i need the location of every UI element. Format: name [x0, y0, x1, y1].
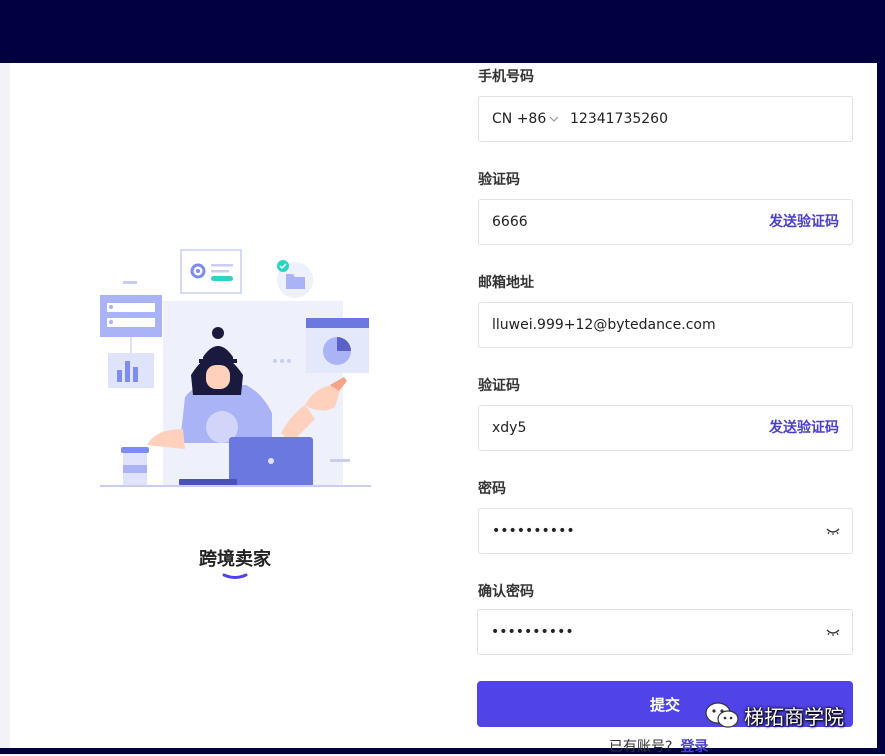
- email-code-label: 验证码: [478, 378, 520, 394]
- send-email-code-button[interactable]: 发送验证码: [769, 406, 839, 450]
- seller-illustration: [100, 249, 371, 487]
- server-icon: [100, 295, 162, 337]
- email-code-input[interactable]: [492, 406, 732, 450]
- phone-input-box: CN +86: [478, 96, 853, 142]
- bar-chart-icon: [108, 353, 154, 388]
- phone-code-input-box: 发送验证码: [478, 199, 853, 245]
- email-code-input-box: 发送验证码: [478, 405, 853, 451]
- email-label: 邮箱地址: [478, 275, 534, 291]
- confirm-password-input-box: [477, 609, 853, 655]
- confirm-password-input[interactable]: [491, 610, 791, 654]
- top-bar: [0, 0, 885, 63]
- phone-label: 手机号码: [478, 69, 534, 85]
- has-account-row: 已有账号? 登录: [609, 736, 708, 756]
- chevron-down-icon[interactable]: [549, 115, 559, 123]
- confirm-password-label: 确认密码: [478, 584, 534, 600]
- eye-closed-icon[interactable]: [826, 525, 840, 537]
- email-input[interactable]: [492, 303, 837, 347]
- wechat-watermark: 梯拓商学院: [704, 700, 844, 730]
- country-code-select[interactable]: CN +86: [492, 97, 546, 141]
- wechat-icon: [705, 702, 739, 728]
- send-phone-code-button[interactable]: 发送验证码: [769, 200, 839, 244]
- frame-edge-bottom: [0, 748, 885, 754]
- password-input[interactable]: [492, 509, 792, 553]
- pie-chart-icon: [306, 318, 369, 373]
- settings-card-icon: [180, 249, 242, 294]
- eye-closed-icon[interactable]: [826, 626, 840, 638]
- phone-code-label: 验证码: [478, 172, 520, 188]
- has-account-text: 已有账号?: [609, 739, 673, 755]
- brand-underline: [222, 573, 248, 579]
- login-link[interactable]: 登录: [680, 739, 708, 755]
- folder-icon: [277, 260, 313, 298]
- email-input-box: [478, 302, 853, 348]
- coffee-cup-icon: [121, 447, 149, 485]
- password-label: 密码: [478, 481, 506, 497]
- frame-edge-right: [877, 63, 885, 753]
- phone-code-input[interactable]: [492, 200, 732, 244]
- brand-title: 跨境卖家: [199, 549, 271, 570]
- phone-input[interactable]: [570, 97, 830, 141]
- watermark-text: 梯拓商学院: [744, 704, 844, 729]
- password-input-box: [478, 508, 853, 554]
